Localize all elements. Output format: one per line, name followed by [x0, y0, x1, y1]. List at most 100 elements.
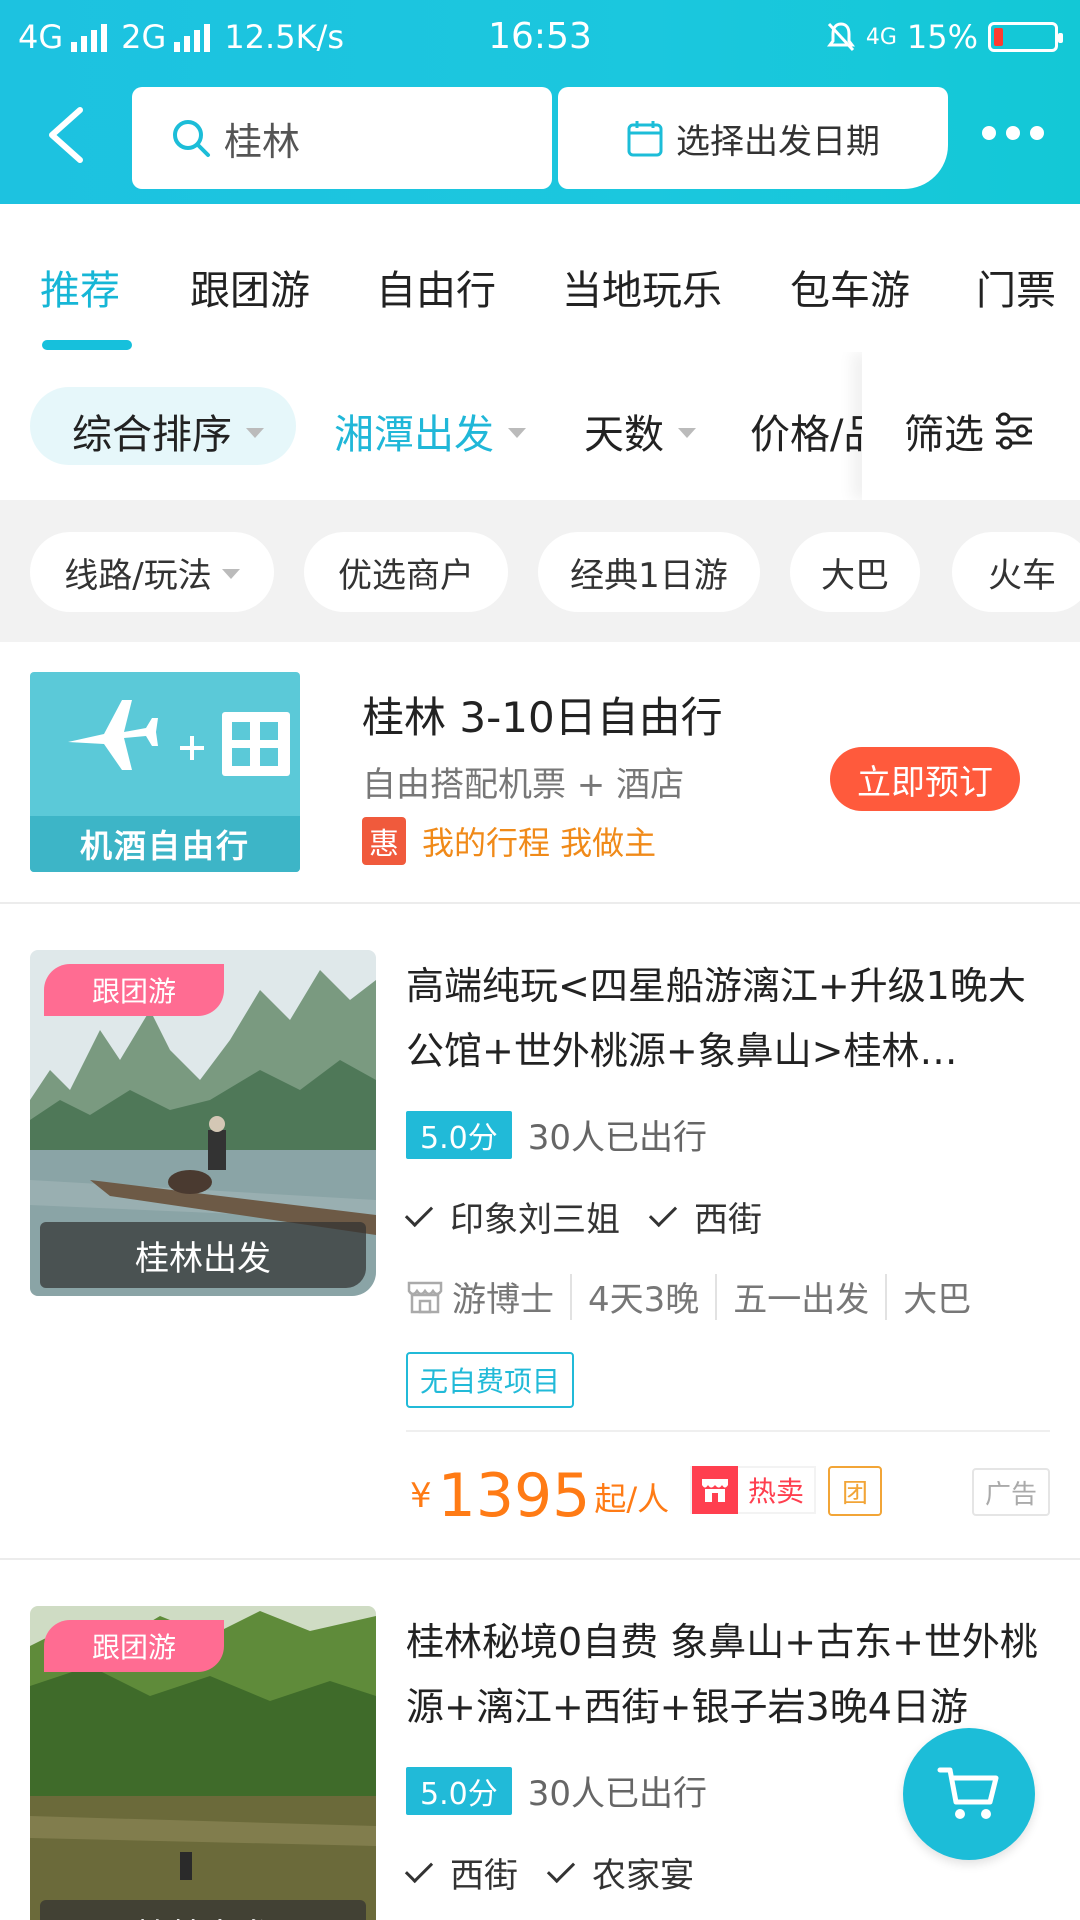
- promo-image: 机酒自由行: [30, 672, 300, 872]
- promo-title: 桂林 3-10日自由行: [362, 693, 723, 742]
- battery-icon: [988, 22, 1063, 52]
- quick-filter-chips: 线路/玩法 优选商户 经典1日游 大巴 火车: [0, 500, 1080, 642]
- cart-icon: [937, 1767, 999, 1819]
- promo-tag-text: 我的行程 我做主: [422, 824, 657, 862]
- group-badge: 团: [828, 1466, 882, 1516]
- transport: 大巴: [903, 1280, 972, 1320]
- app-header: 4G 2G 12.5K/s 16:53 4G 15% 桂林 选择出发日期: [0, 0, 1080, 204]
- status-right: 4G 15%: [826, 18, 1063, 56]
- traveled-count: 30人已出行: [527, 1118, 707, 1158]
- promo-subtitle: 自由搭配机票 + 酒店: [362, 765, 685, 805]
- filter-label: 筛选: [904, 412, 984, 458]
- feature-item: 西街: [648, 1192, 762, 1241]
- rating-score: 5.0分: [406, 1766, 512, 1815]
- search-input[interactable]: 桂林: [132, 87, 552, 189]
- chip-label: 线路/玩法: [64, 555, 212, 596]
- network-4g-right: 4G: [865, 24, 897, 50]
- chevron-left-icon: [49, 107, 83, 163]
- caret-down-icon: [246, 428, 264, 438]
- search-icon: [173, 120, 210, 157]
- sort-bar: 综合排序 湘潭出发 天数 价格/品 筛选: [0, 352, 1080, 500]
- check-icon: [404, 1854, 434, 1883]
- chip-label: 经典1日游: [570, 555, 728, 596]
- chip-label: 火车: [988, 555, 1056, 596]
- tab-local-fun[interactable]: 当地玩乐: [562, 258, 722, 316]
- battery-percent: 15%: [906, 18, 978, 56]
- search-text: 桂林: [224, 119, 301, 164]
- product-title: 桂林秘境0自费 象鼻山+古东+世外桃源+漓江+西街+银子岩3晚4日游: [406, 1620, 1038, 1729]
- store-icon: [407, 1281, 443, 1313]
- feature-item: 印象刘三姐: [404, 1192, 620, 1241]
- rating-row: 5.0分 30人已出行: [406, 1110, 707, 1159]
- more-options-button[interactable]: [982, 126, 1044, 140]
- tab-recommended[interactable]: 推荐: [40, 258, 120, 316]
- feature-label: 印象刘三姐: [450, 1200, 620, 1240]
- check-icon: [546, 1854, 576, 1883]
- hot-sale-label: 热卖: [748, 1475, 805, 1508]
- feature-row: 西街 农家宴: [404, 1848, 724, 1897]
- check-icon: [648, 1198, 678, 1227]
- days-label: 天数: [584, 412, 664, 458]
- feature-item: 农家宴: [546, 1848, 694, 1897]
- price-value: 1395: [437, 1461, 591, 1531]
- chip-classic-day-tour[interactable]: 经典1日游: [538, 532, 760, 612]
- date-placeholder: 选择出发日期: [676, 121, 880, 162]
- hot-sale-badge: 热卖: [690, 1466, 817, 1514]
- feature-label: 农家宴: [592, 1856, 694, 1896]
- merchant-name: 游博士: [452, 1280, 554, 1320]
- tab-tickets[interactable]: 门票: [976, 258, 1056, 316]
- departure-dropdown[interactable]: 湘潭出发: [334, 402, 526, 460]
- back-button[interactable]: [40, 100, 96, 170]
- status-bar: 4G 2G 12.5K/s 16:53 4G 15%: [0, 0, 1080, 76]
- price-unit: 起/人: [594, 1480, 670, 1518]
- filter-item: 筛选: [904, 402, 1034, 460]
- filter-sliders-icon: [996, 412, 1032, 450]
- days-dropdown[interactable]: 天数: [584, 402, 696, 460]
- meta-row: 游博士 4天3晚 五一出发 大巴: [406, 1272, 971, 1321]
- tab-charter[interactable]: 包车游: [790, 258, 910, 316]
- calendar-icon: [627, 121, 663, 157]
- mute-icon: [826, 22, 855, 52]
- caret-down-icon: [221, 569, 240, 579]
- departure-label: 桂林出发: [40, 1900, 366, 1920]
- book-now-button[interactable]: 立即预订: [830, 747, 1020, 811]
- feature-label: 西街: [694, 1200, 762, 1240]
- airplane-hotel-icon: [68, 700, 290, 776]
- chip-label: 优选商户: [338, 555, 474, 596]
- price: ¥ 1395 起/人: [410, 1466, 669, 1526]
- sort-dropdown[interactable]: 综合排序: [72, 402, 264, 460]
- tab-group-tour[interactable]: 跟团游: [190, 258, 310, 316]
- feature-label: 西街: [450, 1856, 518, 1896]
- rating-row: 5.0分 30人已出行: [406, 1766, 707, 1815]
- category-badge: 跟团游: [44, 964, 224, 1016]
- flight-hotel-promo-card[interactable]: 机酒自由行 桂林 3-10日自由行 自由搭配机票 + 酒店 惠 我的行程 我做主…: [0, 642, 1080, 904]
- active-tab-indicator: [42, 340, 132, 350]
- caret-down-icon: [508, 428, 526, 438]
- currency-symbol: ¥: [410, 1476, 432, 1516]
- date-picker-button[interactable]: 选择出发日期: [558, 87, 948, 189]
- product-card[interactable]: 跟团游 桂林出发 高端纯玩<四星船游漓江+升级1晚大公馆+世外桃源+象鼻山>桂林…: [0, 904, 1080, 1560]
- product-image: 跟团游 桂林出发: [30, 1606, 376, 1920]
- traveled-count: 30人已出行: [527, 1774, 707, 1814]
- caret-down-icon: [678, 428, 696, 438]
- chip-preferred-merchant[interactable]: 优选商户: [304, 532, 508, 612]
- product-card[interactable]: 跟团游 桂林出发 桂林秘境0自费 象鼻山+古东+世外桃源+漓江+西街+银子岩3晚…: [0, 1560, 1080, 1920]
- filter-button[interactable]: 筛选: [862, 352, 1080, 500]
- departure-time: 五一出发: [733, 1280, 870, 1320]
- feature-item: 西街: [404, 1848, 518, 1897]
- category-tabs: 推荐 跟团游 自由行 当地玩乐 包车游 门票: [0, 204, 1080, 352]
- sort-label: 综合排序: [72, 412, 232, 458]
- chip-bus[interactable]: 大巴: [790, 532, 920, 612]
- product-image: 跟团游 桂林出发: [30, 950, 376, 1296]
- discount-badge: 惠: [362, 817, 406, 865]
- tab-independent[interactable]: 自由行: [376, 258, 496, 316]
- chip-train[interactable]: 火车: [952, 532, 1080, 612]
- shopping-cart-button[interactable]: [903, 1728, 1035, 1860]
- promo-image-label: 机酒自由行: [30, 816, 300, 872]
- check-icon: [404, 1198, 434, 1227]
- card-divider: [406, 1430, 1050, 1432]
- chip-route[interactable]: 线路/玩法: [30, 532, 274, 612]
- category-badge: 跟团游: [44, 1620, 224, 1672]
- shop-icon: [692, 1466, 738, 1514]
- rating-score: 5.0分: [406, 1110, 512, 1159]
